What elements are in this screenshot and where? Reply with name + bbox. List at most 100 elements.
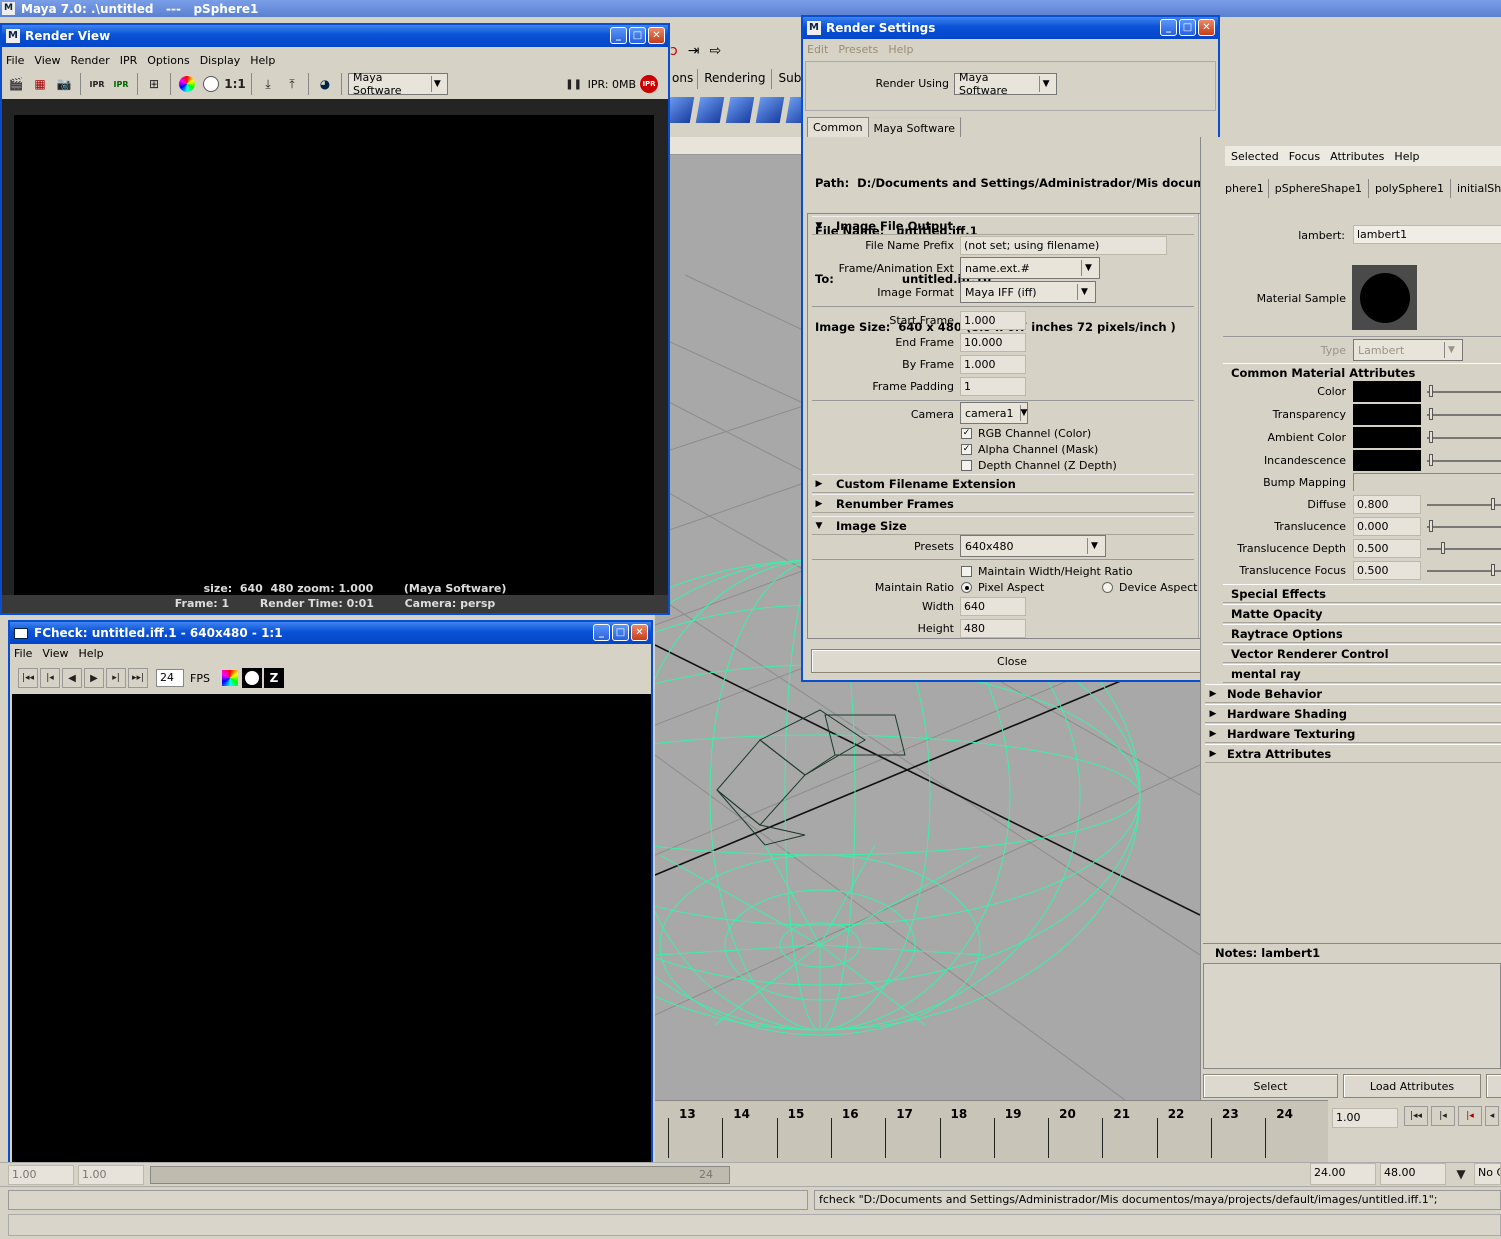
range-start-field-a[interactable]: 1.00 [8,1165,74,1185]
maximize-icon[interactable]: □ [1179,19,1196,36]
common-attrs-header[interactable]: Common Material Attributes [1223,363,1501,381]
tab-maya-software[interactable]: Maya Software [868,117,962,137]
translucence-slider[interactable] [1427,520,1501,532]
color-swatch[interactable] [1353,427,1421,448]
ipr-badge-icon[interactable]: IPR [640,75,658,93]
menu-focus[interactable]: Focus [1289,150,1320,163]
rgb-channel-icon[interactable] [177,74,197,94]
ae-collapsed-section[interactable]: ▶ Hardware Shading [1205,704,1501,723]
shelf-cube-icon[interactable] [695,97,725,123]
menu-help[interactable]: Help [79,647,104,660]
color-slider[interactable] [1427,408,1501,420]
presets-dropdown[interactable]: 640x480 ▼ [960,535,1106,557]
menu-presets[interactable]: Presets [838,43,878,56]
close-icon[interactable]: ✕ [648,27,665,44]
type-dropdown[interactable]: Lambert ▼ [1353,339,1463,361]
shelf-tab-rendering[interactable]: Rendering [698,69,773,89]
diffuse-slider[interactable] [1427,498,1501,510]
step-back-key-icon[interactable]: |◂ [1458,1106,1482,1126]
ae-section-header[interactable]: Matte Opacity [1223,604,1501,623]
close-icon[interactable]: ✕ [1198,19,1215,36]
menu-view[interactable]: View [34,54,60,67]
render-using-dropdown[interactable]: Maya Software ▼ [954,71,1057,97]
node-tab-poly-sphere[interactable]: polySphere1 [1369,179,1451,198]
color-slider-handle[interactable] [1429,408,1433,420]
go-start-icon[interactable]: |◂◂ [1404,1106,1428,1126]
by-frame-field[interactable]: 1.000 [960,355,1026,374]
step-back-icon[interactable]: |◂ [40,668,60,688]
render-globals-icon[interactable]: ◕ [315,74,335,94]
menu-help[interactable]: Help [1394,150,1419,163]
clapper-icon[interactable]: 🎬 [6,74,26,94]
menu-file[interactable]: File [6,54,24,67]
shelf-tab-ons[interactable]: ons [668,69,699,89]
input-icon[interactable]: ⇥ [688,43,700,59]
menu-display[interactable]: Display [200,54,241,67]
go-first-icon[interactable]: |◂◂ [18,668,38,688]
current-frame-field[interactable]: 1.00 [1332,1108,1398,1128]
ae-section-header[interactable]: Raytrace Options [1223,624,1501,643]
color-slider[interactable] [1427,431,1501,443]
close-icon[interactable]: ✕ [631,624,648,641]
bump-mapping-field[interactable] [1353,473,1501,491]
shelf-cube-icon[interactable] [755,97,785,123]
section-custom-filename[interactable]: ▶ Custom Filename Extension [812,474,1194,493]
minimize-icon[interactable]: _ [1160,19,1177,36]
color-slider[interactable] [1427,454,1501,466]
step-forward-icon[interactable]: ▸| [106,668,126,688]
ipr-refresh-icon[interactable]: IPR [111,74,131,94]
ae-section-header[interactable]: mental ray [1223,664,1501,683]
redo-render-icon[interactable]: ▦ [30,74,50,94]
translucence-slider-handle[interactable] [1429,520,1433,532]
close-button[interactable]: Close [811,649,1213,673]
alpha-channel-icon[interactable] [241,668,262,688]
magnet-icon[interactable]: ɔ [670,43,678,59]
alpha-channel-icon[interactable] [201,74,221,94]
load-attributes-button[interactable]: Load Attributes [1343,1074,1481,1098]
color-swatch[interactable] [1353,381,1421,402]
height-field[interactable]: 480 [960,619,1026,638]
width-field[interactable]: 640 [960,597,1026,616]
rgb-channel-icon[interactable] [220,668,240,688]
alpha-channel-checkbox[interactable]: ✓ [961,444,972,455]
playback-end-field[interactable]: 24.00 [1310,1163,1376,1185]
ae-collapsed-section[interactable]: ▶ Node Behavior [1205,684,1501,703]
menu-help[interactable]: Help [250,54,275,67]
translucence-focus-slider-handle[interactable] [1491,564,1495,576]
range-slider[interactable]: 24 [150,1166,730,1184]
diffuse-field[interactable]: 0.800 [1353,495,1421,514]
node-tab-shading-group[interactable]: initialShadingGr [1451,179,1501,198]
range-end-field[interactable]: 48.00 [1380,1163,1446,1185]
start-frame-field[interactable]: 1.000 [960,311,1026,330]
translucence-depth-slider[interactable] [1427,542,1501,554]
dropdown-arrow-icon[interactable]: ▼ [1450,1164,1472,1184]
image-format-dropdown[interactable]: Maya IFF (iff) ▼ [960,281,1096,303]
ipr-render-icon[interactable]: IPR [87,74,107,94]
color-swatch[interactable] [1353,450,1421,471]
keep-image-icon[interactable]: ⤓ [258,74,278,94]
step-back-icon[interactable]: |◂ [1431,1106,1455,1126]
maximize-icon[interactable]: □ [612,624,629,641]
select-button[interactable]: Select [1203,1074,1338,1098]
color-slider-handle[interactable] [1429,431,1433,443]
ae-collapsed-section[interactable]: ▶ Extra Attributes [1205,744,1501,763]
tab-common[interactable]: Common [807,117,869,137]
character-set-field[interactable]: No C [1474,1163,1501,1185]
translucence-focus-field[interactable]: 0.500 [1353,561,1421,580]
menu-render[interactable]: Render [71,54,110,67]
minimize-icon[interactable]: _ [610,27,627,44]
menu-edit[interactable]: Edit [807,43,828,56]
diffuse-slider-handle[interactable] [1491,498,1495,510]
play-back-icon[interactable]: ◂ [1485,1106,1499,1126]
end-frame-field[interactable]: 10.000 [960,333,1026,352]
pause-icon[interactable]: ❚❚ [564,74,584,94]
translucence-field[interactable]: 0.000 [1353,517,1421,536]
menu-selected[interactable]: Selected [1231,150,1279,163]
section-image-size[interactable]: ▼ Image Size [812,516,1194,535]
frame-ext-dropdown[interactable]: name.ext.# ▼ [960,257,1100,279]
play-forward-icon[interactable]: ▶ [84,668,104,688]
output-icon[interactable]: ⇨ [709,43,721,59]
ae-section-header[interactable]: Vector Renderer Control [1223,644,1501,663]
depth-z-icon[interactable]: Z [263,668,284,688]
go-last-icon[interactable]: ▸▸| [128,668,148,688]
